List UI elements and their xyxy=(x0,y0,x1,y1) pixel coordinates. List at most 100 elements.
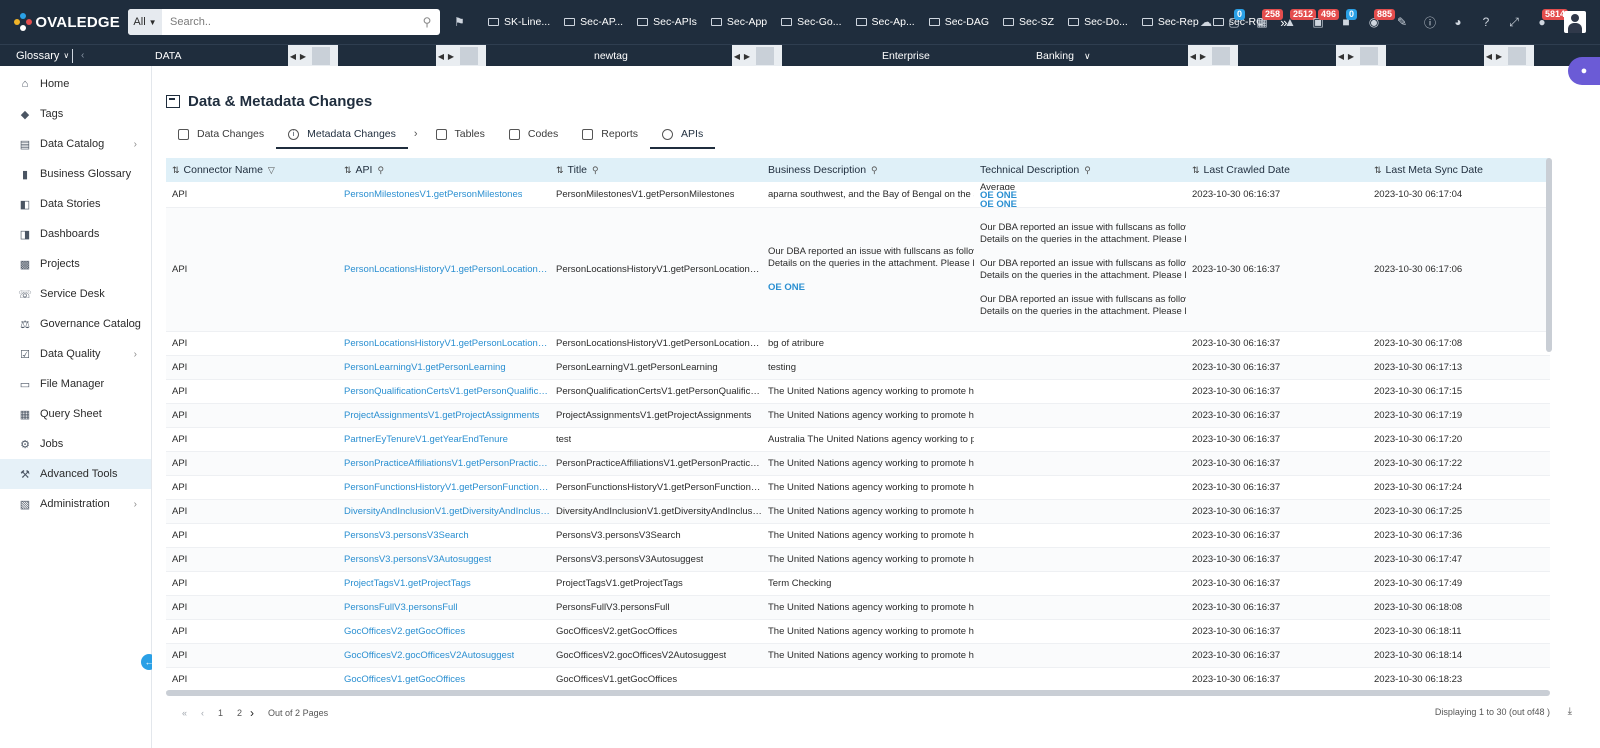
glossary-chip[interactable]: DATA xyxy=(155,45,181,67)
sort-icon[interactable]: ⇅ xyxy=(1374,165,1382,176)
search-icon[interactable]: ⚲ xyxy=(592,165,599,176)
api-link[interactable]: GocOfficesV2.getGocOffices xyxy=(344,626,465,637)
api-cell[interactable]: PersonsV3.personsV3Search xyxy=(338,524,550,547)
expand-icon[interactable]: ⤢ xyxy=(1500,0,1528,44)
api-link[interactable]: PersonLocationsHistoryV1.getPersonLocati… xyxy=(344,264,550,275)
api-cell[interactable]: PersonLocationsHistoryV1.getPersonLocati… xyxy=(338,332,550,355)
table-row[interactable]: API PersonPracticeAffiliationsV1.getPerso… xyxy=(166,452,1550,476)
bookmark-tab[interactable]: Sec-DAG xyxy=(928,16,989,28)
info-icon[interactable]: ⓘ xyxy=(1416,0,1444,44)
prev-page-button[interactable]: ‹ xyxy=(201,708,204,718)
table-row[interactable]: API ProjectAssignmentsV1.getProjectAssign… xyxy=(166,404,1550,428)
arrow-left-icon[interactable]: ◀ xyxy=(1336,52,1346,61)
table-row[interactable]: API GocOfficesV1.getGocOffices GocOfficesV… xyxy=(166,668,1550,692)
mini-card[interactable]: ◀ ▶ xyxy=(1188,45,1238,67)
sidebar-item-business-glossary[interactable]: ▮ Business Glossary xyxy=(0,159,151,189)
api-cell[interactable]: DiversityAndInclusionV1.getDiversityAndI… xyxy=(338,500,550,523)
sidebar-item-advanced-tools[interactable]: ⚒ Advanced Tools xyxy=(0,459,151,489)
api-cell[interactable]: PersonLocationsHistoryV1.getPersonLocati… xyxy=(338,208,550,331)
api-link[interactable]: PersonMilestonesV1.getPersonMilestones xyxy=(344,189,522,200)
help-icon[interactable]: ? xyxy=(1472,0,1500,44)
table-row[interactable]: API PersonsFullV3.personsFull PersonsFullV… xyxy=(166,596,1550,620)
arrow-left-icon[interactable]: ◀ xyxy=(288,52,298,61)
sidebar-item-file-manager[interactable]: ▭ File Manager xyxy=(0,369,151,399)
table-row[interactable]: API PersonLocationsHistoryV1.getPersonLoc… xyxy=(166,208,1550,332)
bookmark-tab[interactable]: Sec-Rep xyxy=(1141,16,1199,28)
download-icon[interactable]: ⤓ xyxy=(1568,706,1572,717)
table-row[interactable]: API PartnerEyTenureV1.getYearEndTenure tes… xyxy=(166,428,1550,452)
arrow-right-icon[interactable]: ▶ xyxy=(1346,52,1356,61)
chevron-left-icon[interactable]: ‹ xyxy=(81,50,84,61)
page-2-button[interactable]: 2 xyxy=(237,708,242,718)
sidebar-item-query-sheet[interactable]: ▦ Query Sheet xyxy=(0,399,151,429)
table-row[interactable]: API GocOfficesV2.getGocOffices GocOfficesV… xyxy=(166,620,1550,644)
next-page-button[interactable]: › xyxy=(250,706,254,720)
term-link[interactable]: OE ONE xyxy=(980,199,1017,207)
glossary-dropdown[interactable]: Glossary ∨ xyxy=(0,50,69,62)
search-icon[interactable]: ⚲ xyxy=(414,15,440,29)
arrow-left-icon[interactable]: ◀ xyxy=(732,52,742,61)
table-row[interactable]: API DiversityAndInclusionV1.getDiversityA… xyxy=(166,500,1550,524)
search-scope-dropdown[interactable]: All ▼ xyxy=(128,9,162,35)
glossary-chip[interactable]: Banking ∨ xyxy=(1036,45,1091,67)
sidebar-item-governance-catalog[interactable]: ⚖ Governance Catalog › xyxy=(0,309,151,339)
table-row[interactable]: API PersonsV3.personsV3Search PersonsV3.pe… xyxy=(166,524,1550,548)
api-cell[interactable]: GocOfficesV2.gocOfficesV2Autosuggest xyxy=(338,644,550,667)
alerts-icon[interactable]: ● 5814 xyxy=(1528,0,1569,44)
sidebar-item-projects[interactable]: ▩ Projects xyxy=(0,249,151,279)
arrow-left-icon[interactable]: ◀ xyxy=(1188,52,1198,61)
api-cell[interactable]: PersonMilestonesV1.getPersonMilestones xyxy=(338,182,550,207)
tab-codes[interactable]: Codes xyxy=(497,121,570,147)
table-row[interactable]: API PersonFunctionsHistoryV1.getPersonFun… xyxy=(166,476,1550,500)
bookmark-tab[interactable]: Sec-Ap... xyxy=(855,16,915,28)
cart-icon[interactable]: ▢ 0 xyxy=(1220,0,1248,44)
search-icon[interactable]: ⚲ xyxy=(377,165,384,176)
api-link[interactable]: PersonsFullV3.personsFull xyxy=(344,602,458,613)
term-link[interactable]: OE ONE xyxy=(768,282,805,294)
vertical-scrollbar[interactable] xyxy=(1546,158,1552,352)
api-link[interactable]: PersonsV3.personsV3Search xyxy=(344,530,469,541)
avatar[interactable] xyxy=(1564,11,1586,33)
api-cell[interactable]: ProjectTagsV1.getProjectTags xyxy=(338,572,550,595)
tab-tables[interactable]: Tables xyxy=(424,121,497,147)
api-cell[interactable]: GocOfficesV2.getGocOffices xyxy=(338,620,550,643)
sidebar-item-data-quality[interactable]: ☑ Data Quality › xyxy=(0,339,151,369)
mini-card[interactable]: ◀ ▶ xyxy=(436,45,486,67)
api-cell[interactable]: PersonQualificationCertsV1.getPersonQual… xyxy=(338,380,550,403)
api-link[interactable]: PersonQualificationCertsV1.getPersonQual… xyxy=(344,386,550,397)
search-input[interactable] xyxy=(162,10,414,34)
api-link[interactable]: ProjectAssignmentsV1.getProjectAssignmen… xyxy=(344,410,539,421)
api-link[interactable]: PersonFunctionsHistoryV1.getPersonFuncti… xyxy=(344,482,550,493)
pen-icon[interactable]: ✎ xyxy=(1388,0,1416,44)
cloud-icon[interactable]: ☁ xyxy=(1192,0,1220,44)
table-row[interactable]: API GocOfficesV2.gocOfficesV2Autosuggest G… xyxy=(166,644,1550,668)
arrow-right-icon[interactable]: ▶ xyxy=(1494,52,1504,61)
tab-data-changes[interactable]: Data Changes xyxy=(166,121,276,147)
search-icon[interactable]: ⚲ xyxy=(871,165,878,176)
arrow-right-icon[interactable]: ▶ xyxy=(742,52,752,61)
mini-card[interactable]: ◀ ▶ xyxy=(1336,45,1386,67)
mini-card[interactable]: ◀ ▶ xyxy=(1484,45,1534,67)
api-link[interactable]: GocOfficesV2.gocOfficesV2Autosuggest xyxy=(344,650,514,661)
table-row[interactable]: API ProjectTagsV1.getProjectTags ProjectTa… xyxy=(166,572,1550,596)
table-row[interactable]: API PersonsV3.personsV3Autosuggest Persons… xyxy=(166,548,1550,572)
sort-icon[interactable]: ⇅ xyxy=(1192,165,1200,176)
bell-icon[interactable]: ▲ 2512 xyxy=(1276,0,1317,44)
sidebar-item-data-catalog[interactable]: ▤ Data Catalog › xyxy=(0,129,151,159)
table-row[interactable]: API PersonQualificationCertsV1.getPersonQ… xyxy=(166,380,1550,404)
sidebar-item-data-stories[interactable]: ◧ Data Stories xyxy=(0,189,151,219)
sidebar-item-jobs[interactable]: ⚙ Jobs xyxy=(0,429,151,459)
column-header-title[interactable]: ⇅ Title ⚲ xyxy=(550,158,762,182)
tab-metadata-changes[interactable]: i Metadata Changes xyxy=(276,121,408,149)
bookmark-tab[interactable]: Sec-APIs xyxy=(637,16,697,28)
api-link[interactable]: ProjectTagsV1.getProjectTags xyxy=(344,578,471,589)
sidebar-item-administration[interactable]: ▧ Administration › xyxy=(0,489,151,519)
term-link[interactable]: OE ONE xyxy=(980,190,1017,198)
tasks-icon[interactable]: ▦ 258 xyxy=(1248,0,1284,44)
compass-icon[interactable]: ◕ xyxy=(1444,0,1472,44)
horizontal-scrollbar[interactable] xyxy=(166,690,1550,696)
filter-icon[interactable]: ▽ xyxy=(268,165,275,176)
table-row[interactable]: API PersonLocationsHistoryV1.getPersonLoc… xyxy=(166,332,1550,356)
bookmark-tab[interactable]: SK-Line... xyxy=(488,16,550,28)
api-cell[interactable]: PersonPracticeAffiliationsV1.getPersonPr… xyxy=(338,452,550,475)
